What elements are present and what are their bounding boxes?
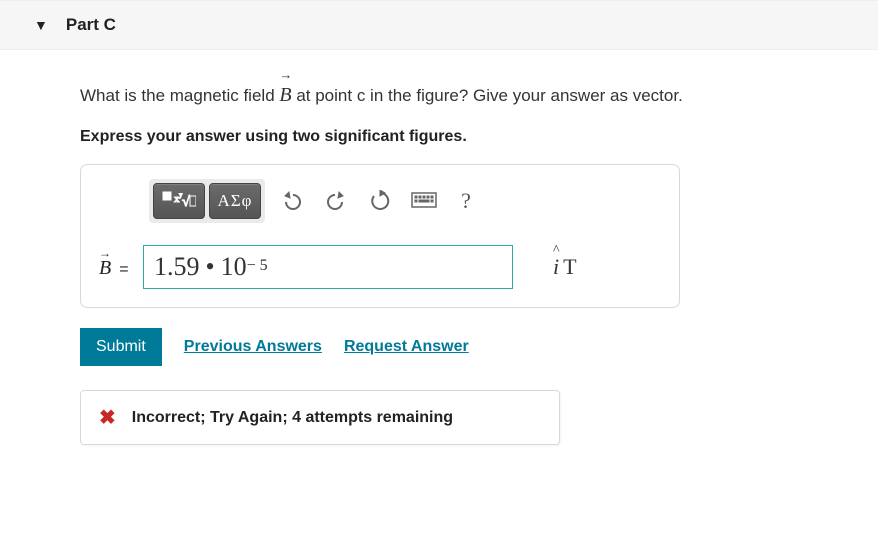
feedback-box: ✖ Incorrect; Try Again; 4 attempts remai… [80, 390, 560, 445]
redo-button[interactable] [319, 184, 353, 218]
vector-b-symbol: B [279, 74, 291, 110]
answer-exponent: − 5 [247, 257, 268, 275]
question-prefix: What is the magnetic field [80, 86, 279, 105]
answer-separator: • [206, 252, 215, 282]
feedback-message: Incorrect; Try Again; 4 attempts remaini… [132, 409, 453, 427]
equation-toolbar: x y √ ΑΣφ [149, 179, 661, 223]
action-row: Submit Previous Answers Request Answer [80, 328, 862, 366]
templates-button[interactable]: x y √ [153, 183, 205, 219]
keyboard-icon [411, 192, 437, 210]
undo-button[interactable] [275, 184, 309, 218]
answer-row: → B = 1.59 • 10 − 5 i T [99, 245, 661, 289]
previous-answers-link[interactable]: Previous Answers [184, 338, 322, 356]
content-area: What is the magnetic field B at point c … [0, 50, 878, 461]
chevron-down-icon: ▼ [34, 17, 48, 33]
help-button[interactable]: ? [451, 188, 481, 214]
unit-vector-i: i [553, 254, 559, 280]
answer-lhs: → B = [99, 255, 133, 280]
question-text: What is the magnetic field B at point c … [80, 74, 862, 110]
unit-symbol: T [563, 254, 576, 280]
answer-base: 10 [221, 252, 247, 282]
answer-units: i T [553, 254, 577, 280]
question-suffix: at point c in the figure? Give your answ… [296, 86, 682, 105]
answer-instruction: Express your answer using two significan… [80, 128, 862, 146]
part-title: Part C [66, 15, 116, 35]
greek-label: ΑΣφ [218, 191, 253, 211]
redo-icon [325, 191, 347, 211]
request-answer-link[interactable]: Request Answer [344, 338, 469, 356]
vector-arrow-icon: → [99, 246, 111, 261]
part-header[interactable]: ▼ Part C [0, 0, 878, 50]
keyboard-button[interactable] [407, 184, 441, 218]
answer-input[interactable]: 1.59 • 10 − 5 [143, 245, 513, 289]
reset-button[interactable] [363, 184, 397, 218]
incorrect-icon: ✖ [99, 405, 116, 430]
answer-card: x y √ ΑΣφ [80, 164, 680, 308]
submit-button[interactable]: Submit [80, 328, 162, 366]
reset-icon [369, 190, 391, 212]
svg-text:√: √ [182, 195, 190, 210]
equals-sign: = [119, 261, 128, 278]
undo-icon [281, 191, 303, 211]
math-template-icon: x y √ [162, 191, 196, 211]
toolbar-group-formatting: x y √ ΑΣφ [149, 179, 265, 223]
answer-mantissa: 1.59 [154, 252, 200, 282]
greek-symbols-button[interactable]: ΑΣφ [209, 183, 261, 219]
